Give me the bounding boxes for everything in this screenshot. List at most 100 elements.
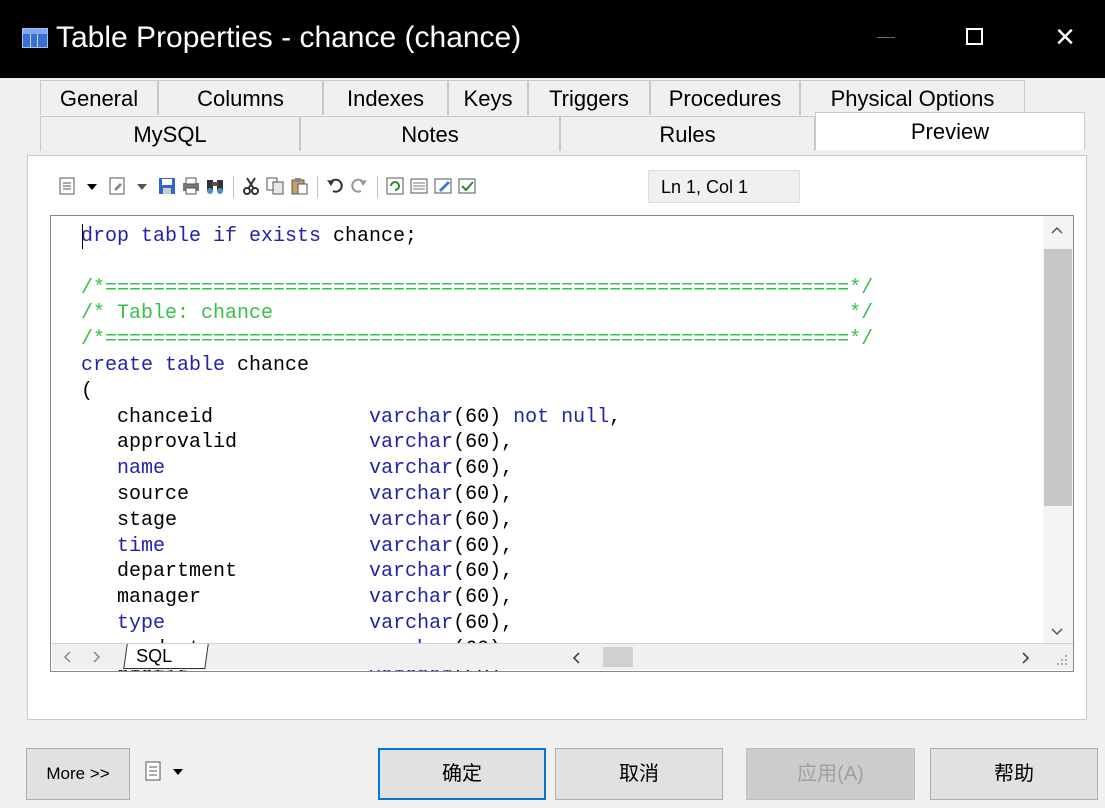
code-token: /* Table: chance */	[81, 302, 874, 326]
code-token: (60),	[453, 560, 514, 584]
code-token: varchar	[369, 560, 454, 584]
chevron-down-icon[interactable]	[1051, 624, 1063, 636]
tab-triggers[interactable]: Triggers	[528, 80, 650, 115]
code-token: chanceid	[81, 405, 370, 429]
doc-menu-icon[interactable]	[142, 760, 188, 784]
chevron-left-icon[interactable]	[62, 650, 74, 663]
close-button[interactable]: ×	[1040, 15, 1090, 59]
horizontal-scroll-thumb[interactable]	[603, 647, 633, 667]
print-icon[interactable]	[181, 176, 201, 196]
sql-editor[interactable]: drop table if exists chance; /*=========…	[50, 215, 1074, 672]
code-token: (60),	[453, 508, 514, 532]
find-icon[interactable]	[205, 176, 225, 196]
chevron-down-icon[interactable]	[132, 176, 152, 196]
ok-button[interactable]: 确定	[378, 748, 546, 800]
tab-procedures[interactable]: Procedures	[650, 80, 800, 115]
code-token: department	[81, 560, 370, 584]
copy-icon[interactable]	[265, 176, 285, 196]
code-token: (60),	[453, 611, 514, 635]
maximize-button[interactable]	[950, 15, 1000, 59]
tab-columns[interactable]: Columns	[158, 80, 323, 115]
doc-menu-icon[interactable]	[57, 176, 77, 196]
code-token: (60),	[453, 457, 514, 481]
tab-notes[interactable]: Notes	[300, 116, 560, 151]
code-token: varchar	[369, 457, 454, 481]
tab-mysql[interactable]: MySQL	[40, 116, 300, 151]
redo-icon[interactable]	[349, 176, 369, 196]
code-token: (	[81, 379, 94, 403]
sheet-nav	[52, 644, 122, 670]
text-caret	[82, 224, 83, 249]
properties-menu-icon[interactable]	[107, 176, 127, 196]
code-token: time	[81, 534, 166, 558]
toolbar-divider	[233, 176, 234, 198]
tabs-row-2: MySQL Notes Rules Preview	[40, 112, 1085, 151]
code-token: (60),	[453, 431, 514, 455]
resize-grip-icon[interactable]	[1056, 653, 1068, 665]
code-token: varchar	[369, 405, 454, 429]
code-token: stage	[81, 508, 370, 532]
tab-rules[interactable]: Rules	[560, 116, 815, 151]
code-token: chance	[225, 353, 310, 377]
paste-icon[interactable]	[289, 176, 309, 196]
code-token: (60),	[453, 482, 514, 506]
undo-icon[interactable]	[325, 176, 345, 196]
tabs-row-1: General Columns Indexes Keys Triggers Procedu…	[40, 80, 1025, 115]
window-title: Table Properties - chance (chance)	[56, 21, 522, 54]
chevron-up-icon[interactable]	[1051, 224, 1063, 236]
cursor-position: Ln 1, Col 1	[648, 170, 800, 203]
code-token: drop table if exists	[81, 225, 322, 248]
list-icon[interactable]	[409, 176, 429, 196]
chevron-down-icon[interactable]	[82, 176, 102, 196]
code-token: (60),	[453, 586, 514, 610]
cancel-button[interactable]: 取消	[555, 748, 723, 800]
sheet-tab-label: SQL	[136, 646, 173, 666]
code-token: approvalid	[81, 431, 370, 455]
minimize-button[interactable]	[861, 15, 911, 59]
toolbar-divider	[317, 176, 318, 198]
apply-button[interactable]: 应用(A)	[746, 748, 915, 800]
table-icon	[22, 28, 48, 48]
code-token: varchar	[369, 586, 454, 610]
code-token: ,	[609, 405, 622, 429]
code-token: create table	[81, 353, 226, 377]
code-token: varchar	[369, 534, 454, 558]
sheet-tab-sql[interactable]: SQL	[123, 644, 209, 669]
help-button[interactable]: 帮助	[930, 748, 1098, 800]
tab-keys[interactable]: Keys	[448, 80, 528, 115]
code-token: /*======================================…	[81, 276, 874, 300]
code-token: source	[81, 482, 370, 506]
chevron-right-icon[interactable]	[1019, 651, 1031, 669]
code-token: varchar	[369, 431, 454, 455]
tab-general[interactable]: General	[40, 80, 158, 115]
vertical-scroll-thumb[interactable]	[1044, 249, 1072, 506]
window-titlebar: Table Properties - chance (chance) ×	[0, 0, 1105, 78]
tab-indexes[interactable]: Indexes	[323, 80, 448, 115]
more-button[interactable]: More >>	[26, 748, 130, 800]
code-token: manager	[81, 586, 370, 610]
save-icon[interactable]	[157, 176, 177, 196]
sql-code[interactable]: drop table if exists chance; /*=========…	[81, 224, 874, 671]
code-token: varchar	[369, 611, 454, 635]
refresh-icon[interactable]	[385, 176, 405, 196]
chevron-left-icon[interactable]	[571, 651, 583, 669]
code-token: (60),	[453, 534, 514, 558]
code-token: varchar	[369, 482, 454, 506]
edit-icon[interactable]	[433, 176, 453, 196]
tab-preview[interactable]: Preview	[815, 112, 1085, 150]
code-token: /*======================================…	[81, 328, 874, 352]
check-icon[interactable]	[457, 176, 477, 196]
horizontal-scrollbar[interactable]	[567, 644, 1047, 670]
cut-icon[interactable]	[241, 176, 261, 196]
code-token: varchar	[369, 508, 454, 532]
code-token: type	[81, 611, 166, 635]
chevron-right-icon[interactable]	[90, 650, 102, 663]
editor-bottom-bar: SQL	[52, 643, 1073, 670]
vertical-scrollbar[interactable]	[1043, 216, 1073, 646]
tab-physical-options[interactable]: Physical Options	[800, 80, 1025, 115]
code-token: name	[81, 457, 166, 481]
code-token: not null	[513, 405, 610, 429]
